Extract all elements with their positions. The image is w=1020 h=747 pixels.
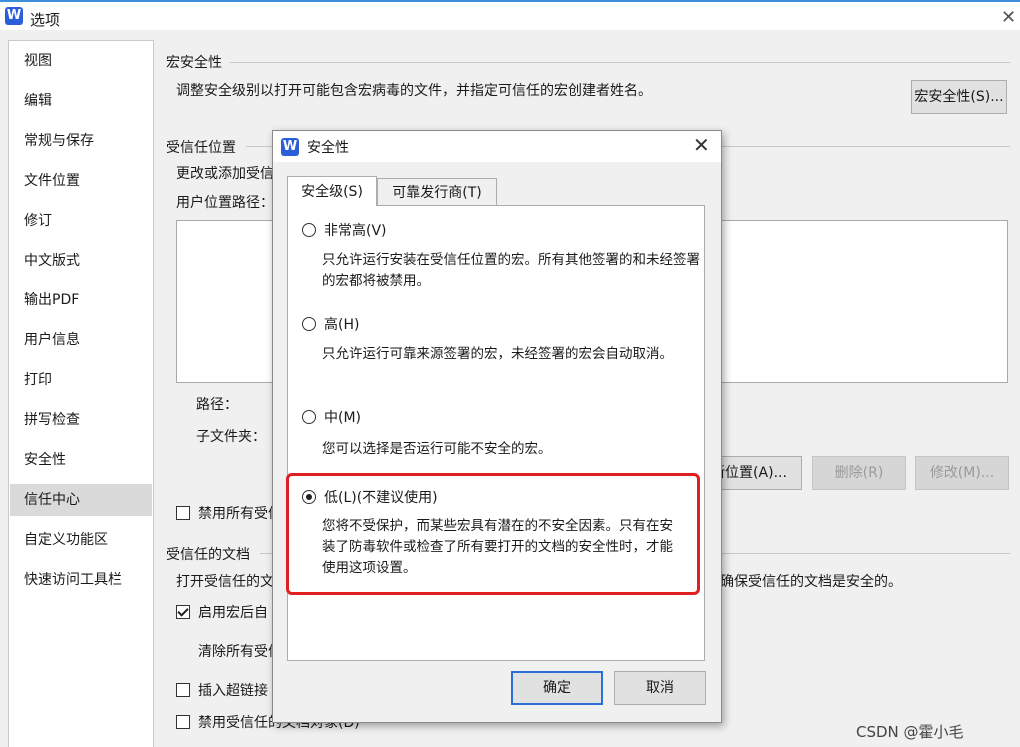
ok-button[interactable]: 确定 <box>511 671 603 705</box>
hyperlink-label: 插入超链接 <box>198 683 268 699</box>
high-label: 高(H) <box>324 317 360 333</box>
macro-security-title: 宏安全性 <box>166 55 222 71</box>
dialog-title: 安全性 <box>307 140 349 156</box>
modify-location-button[interactable]: 修改(M)... <box>915 456 1009 490</box>
sidebar-item[interactable]: 中文版式 <box>10 245 152 277</box>
trusted-locations-title: 受信任位置 <box>166 140 236 156</box>
cancel-button[interactable]: 取消 <box>614 671 706 705</box>
tab-security-level[interactable]: 安全级(S) <box>287 176 377 206</box>
disable-all-trusted-label: 禁用所有受信 <box>198 506 282 522</box>
sidebar-item[interactable]: 视图 <box>10 45 152 77</box>
sidebar-item[interactable]: 安全性 <box>10 444 152 476</box>
enable-macro-checkbox[interactable] <box>176 605 190 619</box>
main-titlebar: W 选项 ✕ <box>0 2 1020 30</box>
sidebar-item[interactable]: 输出PDF <box>10 284 152 316</box>
trusted-locations-desc: 更改或添加受信 <box>176 166 274 182</box>
options-sidebar: 视图编辑常规与保存文件位置修订中文版式输出PDF 用户信息打印拼写检查安全性信任中… <box>8 40 154 747</box>
radio-medium[interactable] <box>302 410 316 424</box>
sidebar-item[interactable]: 信任中心 <box>10 483 152 516</box>
dialog-titlebar: W 安全性 ✕ <box>273 131 721 162</box>
wps-logo-icon: W <box>281 138 299 156</box>
high-desc: 只允许运行可靠来源签署的宏，未经签署的宏会自动取消。 <box>322 346 673 362</box>
radio-high[interactable] <box>302 317 316 331</box>
radio-very-high[interactable] <box>302 223 316 237</box>
medium-desc: 您可以选择是否运行可能不安全的宏。 <box>322 441 552 457</box>
hyperlink-checkbox[interactable] <box>176 683 190 697</box>
sidebar-item[interactable]: 文件位置 <box>10 165 152 197</box>
sidebar-item[interactable]: 编辑 <box>10 85 152 117</box>
very-high-label: 非常高(V) <box>324 223 387 239</box>
medium-label: 中(M) <box>324 410 362 426</box>
clear-all-trusted-label: 清除所有受信 <box>198 644 282 660</box>
macro-security-button[interactable]: 宏安全性(S)... <box>911 80 1007 114</box>
sidebar-item[interactable]: 用户信息 <box>10 324 152 356</box>
user-location-path-label: 用户位置路径： <box>176 195 274 211</box>
delete-location-button[interactable]: 删除(R) <box>812 456 906 490</box>
sidebar-item[interactable]: 快速访问工具栏 <box>10 564 152 596</box>
window-title: 选项 <box>30 11 61 29</box>
sidebar-item[interactable]: 修订 <box>10 205 152 237</box>
sidebar-item[interactable]: 自定义功能区 <box>10 524 152 556</box>
macro-security-desc: 调整安全级别以打开可能包含宏病毒的文件，并指定可信任的宏创建者姓名。 <box>176 83 652 99</box>
very-high-desc: 只允许运行安装在受信任位置的宏。所有其他签署的和未经签署的宏都将被禁用。 <box>322 252 700 289</box>
sidebar-item[interactable]: 打印 <box>10 364 152 396</box>
enable-macro-label: 启用宏后自 <box>198 605 268 621</box>
close-icon[interactable]: ✕ <box>693 133 710 157</box>
sidebar-item[interactable]: 常规与保存 <box>10 125 152 157</box>
close-icon[interactable]: ✕ <box>1001 7 1016 28</box>
sidebar-item[interactable]: 拼写检查 <box>10 404 152 436</box>
disable-all-trusted-checkbox[interactable] <box>176 506 190 520</box>
disable-trusted-docs-checkbox[interactable] <box>176 715 190 729</box>
trusted-docs-desc-start: 打开受信任的文 <box>176 574 274 590</box>
highlight-box <box>286 473 700 595</box>
path-label: 路径： <box>196 397 238 413</box>
trusted-docs-desc-end: 确保受信任的文档是安全的。 <box>720 574 902 590</box>
wps-logo-icon: W <box>5 7 23 25</box>
trusted-docs-title: 受信任的文档 <box>166 547 250 563</box>
security-dialog: W 安全性 ✕ 可靠发行商(T) 非常高(V) 只允许运行安装在受信任位置的宏。… <box>272 130 722 723</box>
watermark: CSDN @霍小毛 <box>856 723 964 741</box>
divider <box>230 62 1010 63</box>
subfolder-label: 子文件夹： <box>196 429 266 445</box>
tab-trusted-publishers[interactable]: 可靠发行商(T) <box>377 178 497 206</box>
